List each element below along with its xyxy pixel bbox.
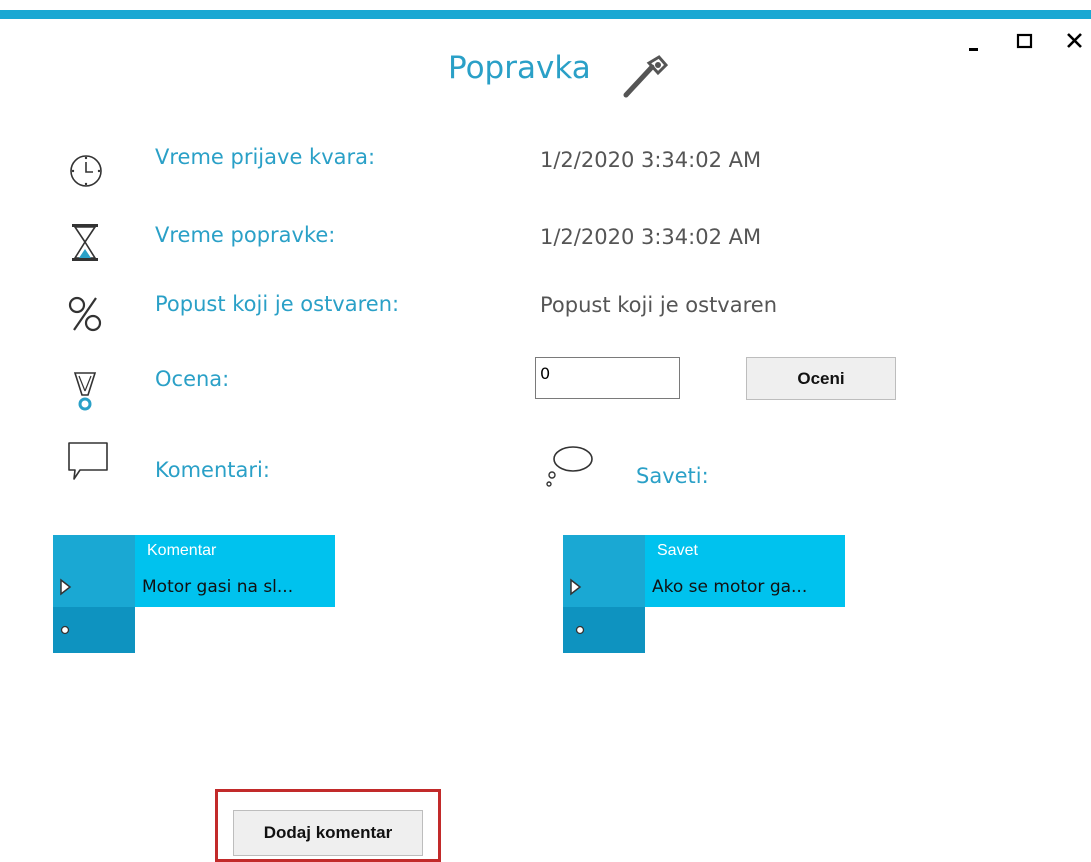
- discount-label: Popust koji je ostvaren:: [155, 292, 400, 316]
- clock-icon: [66, 147, 104, 189]
- wrench-icon: [622, 53, 670, 99]
- grid-empty-area: [135, 607, 335, 653]
- maximize-button[interactable]: [1012, 28, 1038, 54]
- new-row-icon: [60, 625, 70, 635]
- speech-bubble-icon: [66, 440, 110, 482]
- repair-time-label: Vreme popravke:: [155, 223, 336, 247]
- rating-input[interactable]: 0: [535, 357, 680, 399]
- row-header-current[interactable]: [53, 568, 135, 607]
- report-time-label: Vreme prijave kvara:: [155, 145, 376, 169]
- comment-cell[interactable]: Motor gasi na sl...: [135, 568, 335, 607]
- comments-grid[interactable]: Komentar Motor gasi na sl...: [53, 535, 335, 653]
- row-header-current[interactable]: [563, 568, 645, 607]
- comment-column-header[interactable]: Komentar: [135, 535, 335, 568]
- rate-button[interactable]: Oceni: [746, 357, 896, 400]
- row-header-top: [563, 535, 645, 568]
- grid-empty-area: [645, 607, 845, 653]
- current-row-arrow-icon: [570, 578, 582, 596]
- row-header-top: [53, 535, 135, 568]
- close-button[interactable]: [1062, 28, 1088, 54]
- report-time-value: 1/2/2020 3:34:02 AM: [540, 148, 762, 172]
- comments-label: Komentari:: [155, 458, 270, 482]
- rating-label: Ocena:: [155, 367, 230, 391]
- tips-grid[interactable]: Savet Ako se motor ga...: [563, 535, 845, 653]
- row-header-new[interactable]: [53, 607, 135, 653]
- hourglass-icon: [66, 222, 104, 264]
- current-row-arrow-icon: [60, 578, 72, 596]
- discount-value: Popust koji je ostvaren: [540, 293, 778, 317]
- repair-time-value: 1/2/2020 3:34:02 AM: [540, 225, 762, 249]
- row-header-new[interactable]: [563, 607, 645, 653]
- tip-cell[interactable]: Ako se motor ga...: [645, 568, 845, 607]
- new-row-icon: [575, 625, 585, 635]
- tip-column-header[interactable]: Savet: [645, 535, 845, 568]
- tips-label: Saveti:: [636, 464, 709, 488]
- thought-bubble-icon: [543, 442, 595, 490]
- percent-icon: [66, 292, 104, 334]
- minimize-button[interactable]: [962, 28, 988, 54]
- window-title: Popravka: [448, 50, 591, 86]
- window-accent-bar: [0, 10, 1091, 19]
- medal-icon: [66, 371, 104, 413]
- add-comment-button[interactable]: Dodaj komentar: [233, 810, 423, 856]
